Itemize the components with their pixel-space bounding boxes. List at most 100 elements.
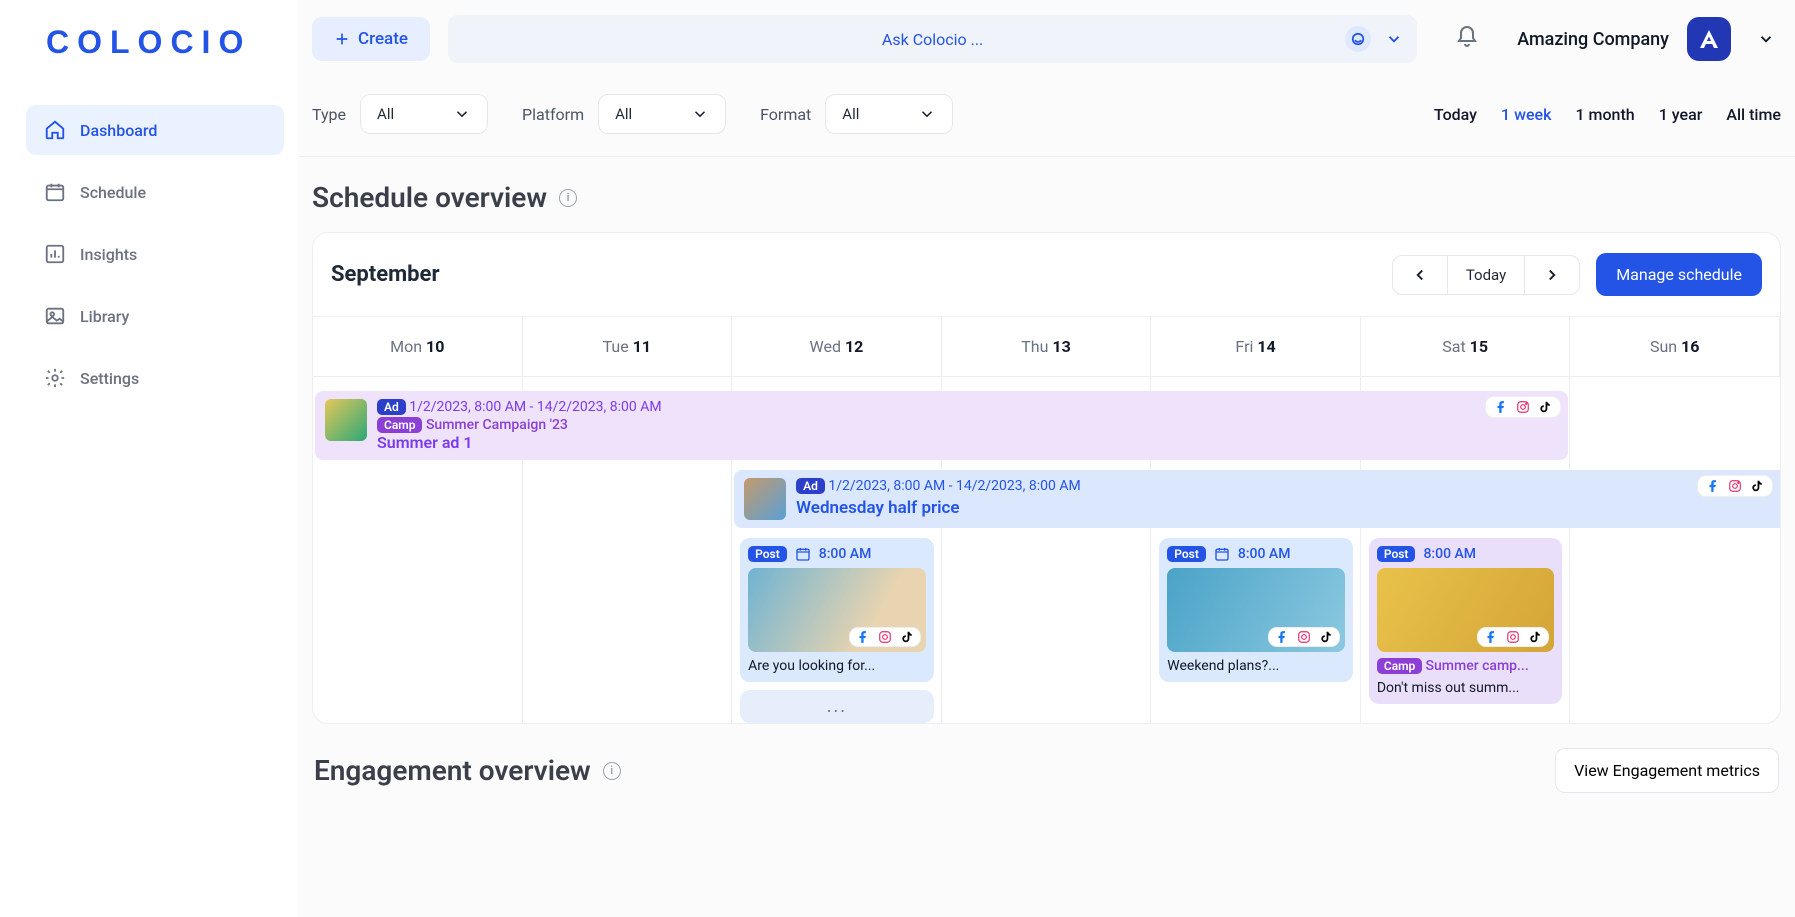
instagram-icon <box>878 630 892 644</box>
post-platforms <box>1269 628 1339 646</box>
instagram-icon <box>1506 630 1520 644</box>
range-month[interactable]: 1 month <box>1575 105 1634 124</box>
tiktok-icon <box>1538 400 1552 414</box>
info-icon[interactable]: i <box>603 762 621 780</box>
engagement-overview-title: Engagement overview i <box>314 754 621 787</box>
chart-icon <box>44 243 66 265</box>
post-time: 8:00 AM <box>1238 546 1291 562</box>
facebook-icon <box>1706 479 1720 493</box>
event-daterange: 1/2/2023, 8:00 AM - 14/2/2023, 8:00 AM <box>828 478 1080 494</box>
chevron-left-icon <box>1411 266 1429 284</box>
manage-schedule-button[interactable]: Manage schedule <box>1596 253 1762 296</box>
calendar-month: September <box>331 262 440 287</box>
range-all[interactable]: All time <box>1726 105 1781 124</box>
filter-format-value: All <box>842 105 859 123</box>
post-platforms <box>850 628 920 646</box>
sidebar-item-settings[interactable]: Settings <box>26 353 284 403</box>
event-summer-ad-1[interactable]: Ad 1/2/2023, 8:00 AM - 14/2/2023, 8:00 A… <box>315 391 1568 460</box>
post-caption: Weekend plans?... <box>1167 658 1345 674</box>
filter-platform-value: All <box>615 105 632 123</box>
sidebar-item-schedule[interactable]: Schedule <box>26 167 284 217</box>
calendar-next-button[interactable] <box>1525 256 1579 294</box>
info-icon[interactable]: i <box>559 189 577 207</box>
sidebar-item-label: Library <box>80 307 129 326</box>
chevron-down-icon[interactable] <box>1385 30 1403 48</box>
create-button[interactable]: Create <box>312 17 430 61</box>
image-icon <box>44 305 66 327</box>
facebook-icon <box>1484 630 1498 644</box>
brand-logo: COLOCIO <box>26 24 284 61</box>
post-card-sat[interactable]: Post 8:00 AM <box>1369 538 1563 704</box>
notifications-button[interactable] <box>1435 25 1499 53</box>
plus-icon <box>334 31 350 47</box>
facebook-icon <box>1494 400 1508 414</box>
range-week[interactable]: 1 week <box>1501 105 1551 124</box>
post-caption: Are you looking for... <box>748 658 926 674</box>
post-image <box>1167 568 1345 652</box>
post-card-wed[interactable]: Post 8:00 AM <box>740 538 934 682</box>
post-badge: Post <box>1377 546 1416 562</box>
schedule-overview-title: Schedule overview i <box>312 181 1781 214</box>
post-badge: Post <box>748 546 787 562</box>
instagram-icon <box>1728 479 1742 493</box>
calendar-icon <box>44 181 66 203</box>
event-title: Summer ad 1 <box>377 433 662 452</box>
calendar-prev-button[interactable] <box>1393 256 1448 294</box>
day-header: Fri 14 <box>1151 316 1361 376</box>
post-card-fri[interactable]: Post 8:00 AM <box>1159 538 1353 682</box>
calendar-icon <box>1214 546 1230 562</box>
chevron-down-icon[interactable] <box>1757 30 1775 48</box>
calendar-today-button[interactable]: Today <box>1448 256 1525 294</box>
sidebar-item-library[interactable]: Library <box>26 291 284 341</box>
tiktok-icon <box>1319 630 1333 644</box>
sidebar-item-label: Dashboard <box>80 121 157 140</box>
day-header: Mon 10 <box>313 316 523 376</box>
ask-input[interactable]: Ask Colocio ... <box>448 15 1417 63</box>
range-today[interactable]: Today <box>1434 105 1477 124</box>
chevron-down-icon <box>453 105 471 123</box>
post-image <box>1377 568 1555 652</box>
sidebar-item-dashboard[interactable]: Dashboard <box>26 105 284 155</box>
filter-format-dropdown[interactable]: All <box>825 94 953 134</box>
post-time: 8:00 AM <box>1423 546 1476 562</box>
post-more[interactable]: ... <box>740 690 934 723</box>
instagram-icon <box>1516 400 1530 414</box>
tiktok-icon <box>1528 630 1542 644</box>
ask-placeholder: Ask Colocio ... <box>882 30 983 49</box>
company-avatar[interactable] <box>1687 17 1731 61</box>
create-button-label: Create <box>358 29 408 49</box>
sidebar-item-insights[interactable]: Insights <box>26 229 284 279</box>
event-platforms <box>1698 476 1772 496</box>
event-platforms <box>1486 397 1560 417</box>
post-image <box>748 568 926 652</box>
chevron-right-icon <box>1543 266 1561 284</box>
company-name: Amazing Company <box>1517 29 1669 50</box>
camp-badge: Camp <box>1377 658 1422 674</box>
event-campaign: Summer Campaign '23 <box>426 417 568 433</box>
post-badge: Post <box>1167 546 1206 562</box>
filter-type-label: Type <box>312 105 346 124</box>
calendar-icon <box>795 546 811 562</box>
schedule-card: September Today Manage schedule Mon 10 T… <box>312 232 1781 724</box>
sidebar-item-label: Insights <box>80 245 137 264</box>
facebook-icon <box>856 630 870 644</box>
filter-platform-dropdown[interactable]: All <box>598 94 726 134</box>
filter-type-dropdown[interactable]: All <box>360 94 488 134</box>
range-year[interactable]: 1 year <box>1659 105 1703 124</box>
filter-format-label: Format <box>760 105 811 124</box>
home-icon <box>44 119 66 141</box>
ad-badge: Ad <box>377 399 406 415</box>
facebook-icon <box>1275 630 1289 644</box>
day-header: Wed 12 <box>732 316 942 376</box>
event-thumbnail <box>744 478 786 520</box>
day-header: Sat 15 <box>1361 316 1571 376</box>
post-campaign: Summer camp... <box>1426 658 1529 674</box>
chevron-down-icon <box>691 105 709 123</box>
event-wednesday-half-price[interactable]: Ad 1/2/2023, 8:00 AM - 14/2/2023, 8:00 A… <box>734 470 1780 528</box>
bell-icon <box>1455 25 1479 49</box>
tiktok-icon <box>1750 479 1764 493</box>
sidebar-item-label: Settings <box>80 369 139 388</box>
brand-text: COLOCIO <box>46 24 251 61</box>
view-engagement-metrics-button[interactable]: View Engagement metrics <box>1555 748 1779 793</box>
calendar-nav: Today <box>1392 255 1580 295</box>
